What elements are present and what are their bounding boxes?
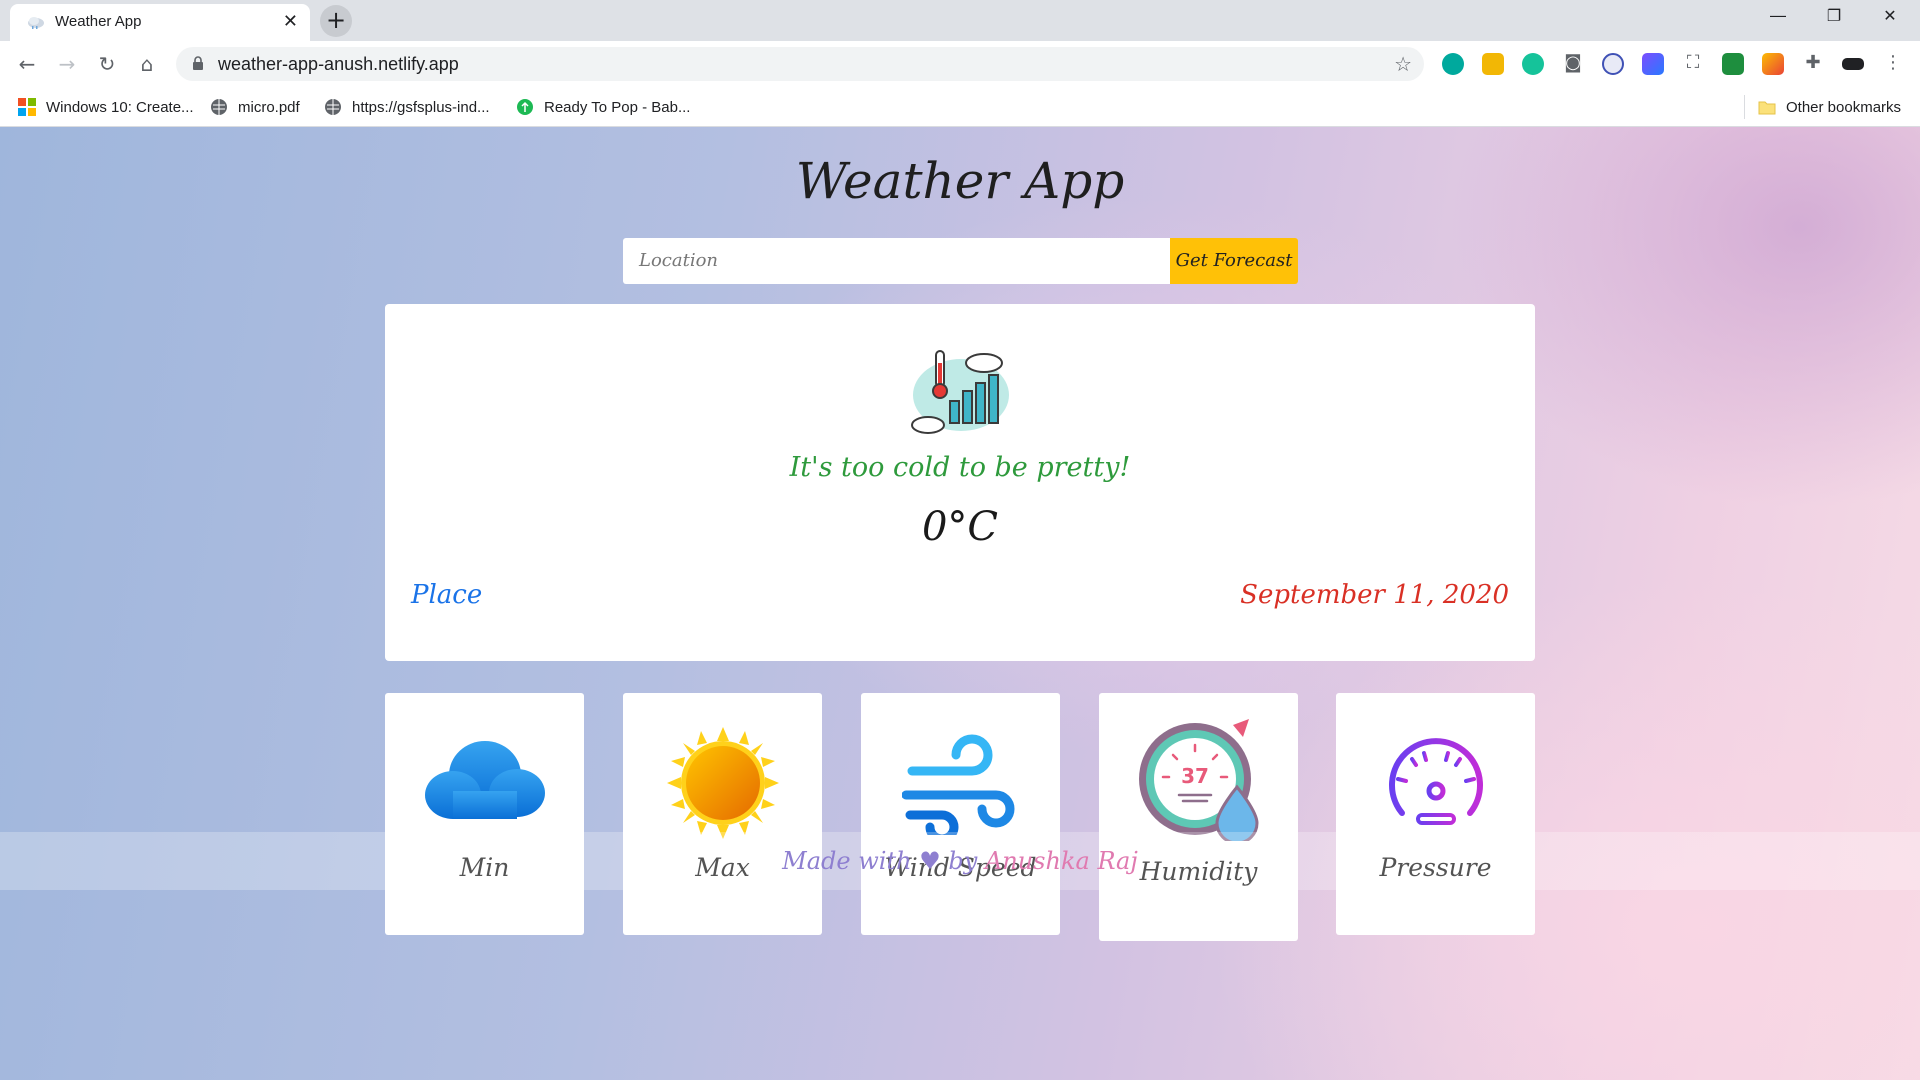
pressure-gauge-icon <box>1388 738 1483 825</box>
temperature: 0°C <box>921 504 999 550</box>
weather-caption: It's too cold to be pretty! <box>789 452 1131 483</box>
screen-capture-icon[interactable]: ⛶ <box>1681 52 1705 73</box>
bookmark-label: Ready To Pop - Bab... <box>544 98 691 116</box>
camera-icon[interactable]: ◙ <box>1561 52 1585 73</box>
bookmark-item[interactable]: micro.pdf <box>210 97 300 117</box>
stat-card-humidity: 37 Humidity <box>1099 693 1298 941</box>
tab-title: Weather App <box>55 13 142 30</box>
bookmark-label: Windows 10: Create... <box>46 98 194 116</box>
place-label: Place <box>411 580 483 610</box>
extension-s-icon[interactable] <box>1722 53 1744 75</box>
restore-icon[interactable]: ❐ <box>1806 6 1862 25</box>
minimize-icon[interactable]: ― <box>1750 6 1806 25</box>
get-forecast-button[interactable]: Get Forecast <box>1170 238 1298 284</box>
page-viewport: Weather App Location Get Forecast It's t… <box>0 127 1920 1080</box>
bookmark-label: micro.pdf <box>238 98 300 116</box>
other-bookmarks[interactable]: Other bookmarks <box>1758 97 1901 117</box>
stat-card-wind-speed: Wind Speed <box>861 693 1060 935</box>
close-tab-icon[interactable]: ✕ <box>283 11 298 32</box>
bookmark-item[interactable]: https://gsfsplus-ind... <box>324 97 490 117</box>
browser-toolbar: ← → ↻ ⌂ weather-app-anush.netlify.app ☆ … <box>0 41 1920 87</box>
tab-bar: Weather App ✕ + ― ❐ ✕ <box>0 0 1920 41</box>
windows-logo-icon <box>18 98 36 116</box>
date-label: September 11, 2020 <box>1240 580 1509 610</box>
folder-icon <box>1758 101 1776 115</box>
bookmark-item[interactable]: Windows 10: Create... <box>18 97 194 117</box>
cloud-icon <box>424 741 545 819</box>
extension-gradient-icon[interactable] <box>1642 53 1664 75</box>
back-icon[interactable]: ← <box>14 51 40 77</box>
reload-icon[interactable]: ↻ <box>94 51 120 77</box>
location-placeholder: Location <box>639 250 719 271</box>
extension-yellow-icon[interactable] <box>1482 53 1504 75</box>
globe-icon <box>211 99 227 115</box>
home-icon[interactable]: ⌂ <box>134 51 160 77</box>
menu-kebab-icon[interactable]: ⋮ <box>1881 52 1905 73</box>
forward-icon[interactable]: → <box>54 51 80 77</box>
footer-author: Anushka Raj <box>984 847 1138 875</box>
heart-icon: ♥ <box>919 847 941 875</box>
bookmark-label: https://gsfsplus-ind... <box>352 98 490 116</box>
location-input[interactable]: Location <box>623 238 1170 284</box>
url-text: weather-app-anush.netlify.app <box>218 54 459 74</box>
wind-icon <box>901 734 1014 835</box>
stat-card-min: Min <box>385 693 584 935</box>
footer: Made with ♥ by Anushka Raj <box>0 832 1920 890</box>
media-control-icon[interactable] <box>1842 58 1864 70</box>
bookmarks-bar: Windows 10: Create... micro.pdf https://… <box>0 87 1920 127</box>
address-bar[interactable]: weather-app-anush.netlify.app ☆ <box>176 47 1424 81</box>
lock-icon <box>193 56 203 70</box>
grammarly-icon[interactable] <box>1522 53 1544 75</box>
bookmark-separator <box>1744 95 1745 119</box>
browser-tab[interactable]: Weather App ✕ <box>10 4 310 41</box>
app-title: Weather App <box>795 152 1125 210</box>
humidity-gauge-icon: 37 <box>1138 719 1259 841</box>
globe-icon <box>325 99 341 115</box>
weather-stats-icon <box>911 350 1009 434</box>
new-tab-button[interactable]: + <box>320 5 352 37</box>
extension-pencil-icon[interactable] <box>1762 53 1784 75</box>
footer-by: by <box>948 847 978 875</box>
footer-prefix: Made with <box>782 847 912 875</box>
extension-m-icon[interactable] <box>1442 53 1464 75</box>
extensions-puzzle-icon[interactable]: ✚ <box>1801 52 1825 73</box>
close-window-icon[interactable]: ✕ <box>1862 6 1918 25</box>
bookmark-item[interactable]: Ready To Pop - Bab... <box>516 97 690 117</box>
extension-avatar-icon[interactable] <box>1602 53 1624 75</box>
svg-text:37: 37 <box>1181 764 1209 788</box>
stat-card-pressure: Pressure <box>1336 693 1535 935</box>
bookmark-star-icon[interactable]: ☆ <box>1394 52 1412 76</box>
leaf-icon <box>517 99 533 115</box>
weather-favicon-icon <box>28 17 44 29</box>
sun-icon <box>666 727 779 839</box>
weather-card: It's too cold to be pretty! 0°C Place Se… <box>385 304 1535 661</box>
stat-card-max: Max <box>623 693 822 935</box>
other-bookmarks-label: Other bookmarks <box>1786 98 1902 116</box>
